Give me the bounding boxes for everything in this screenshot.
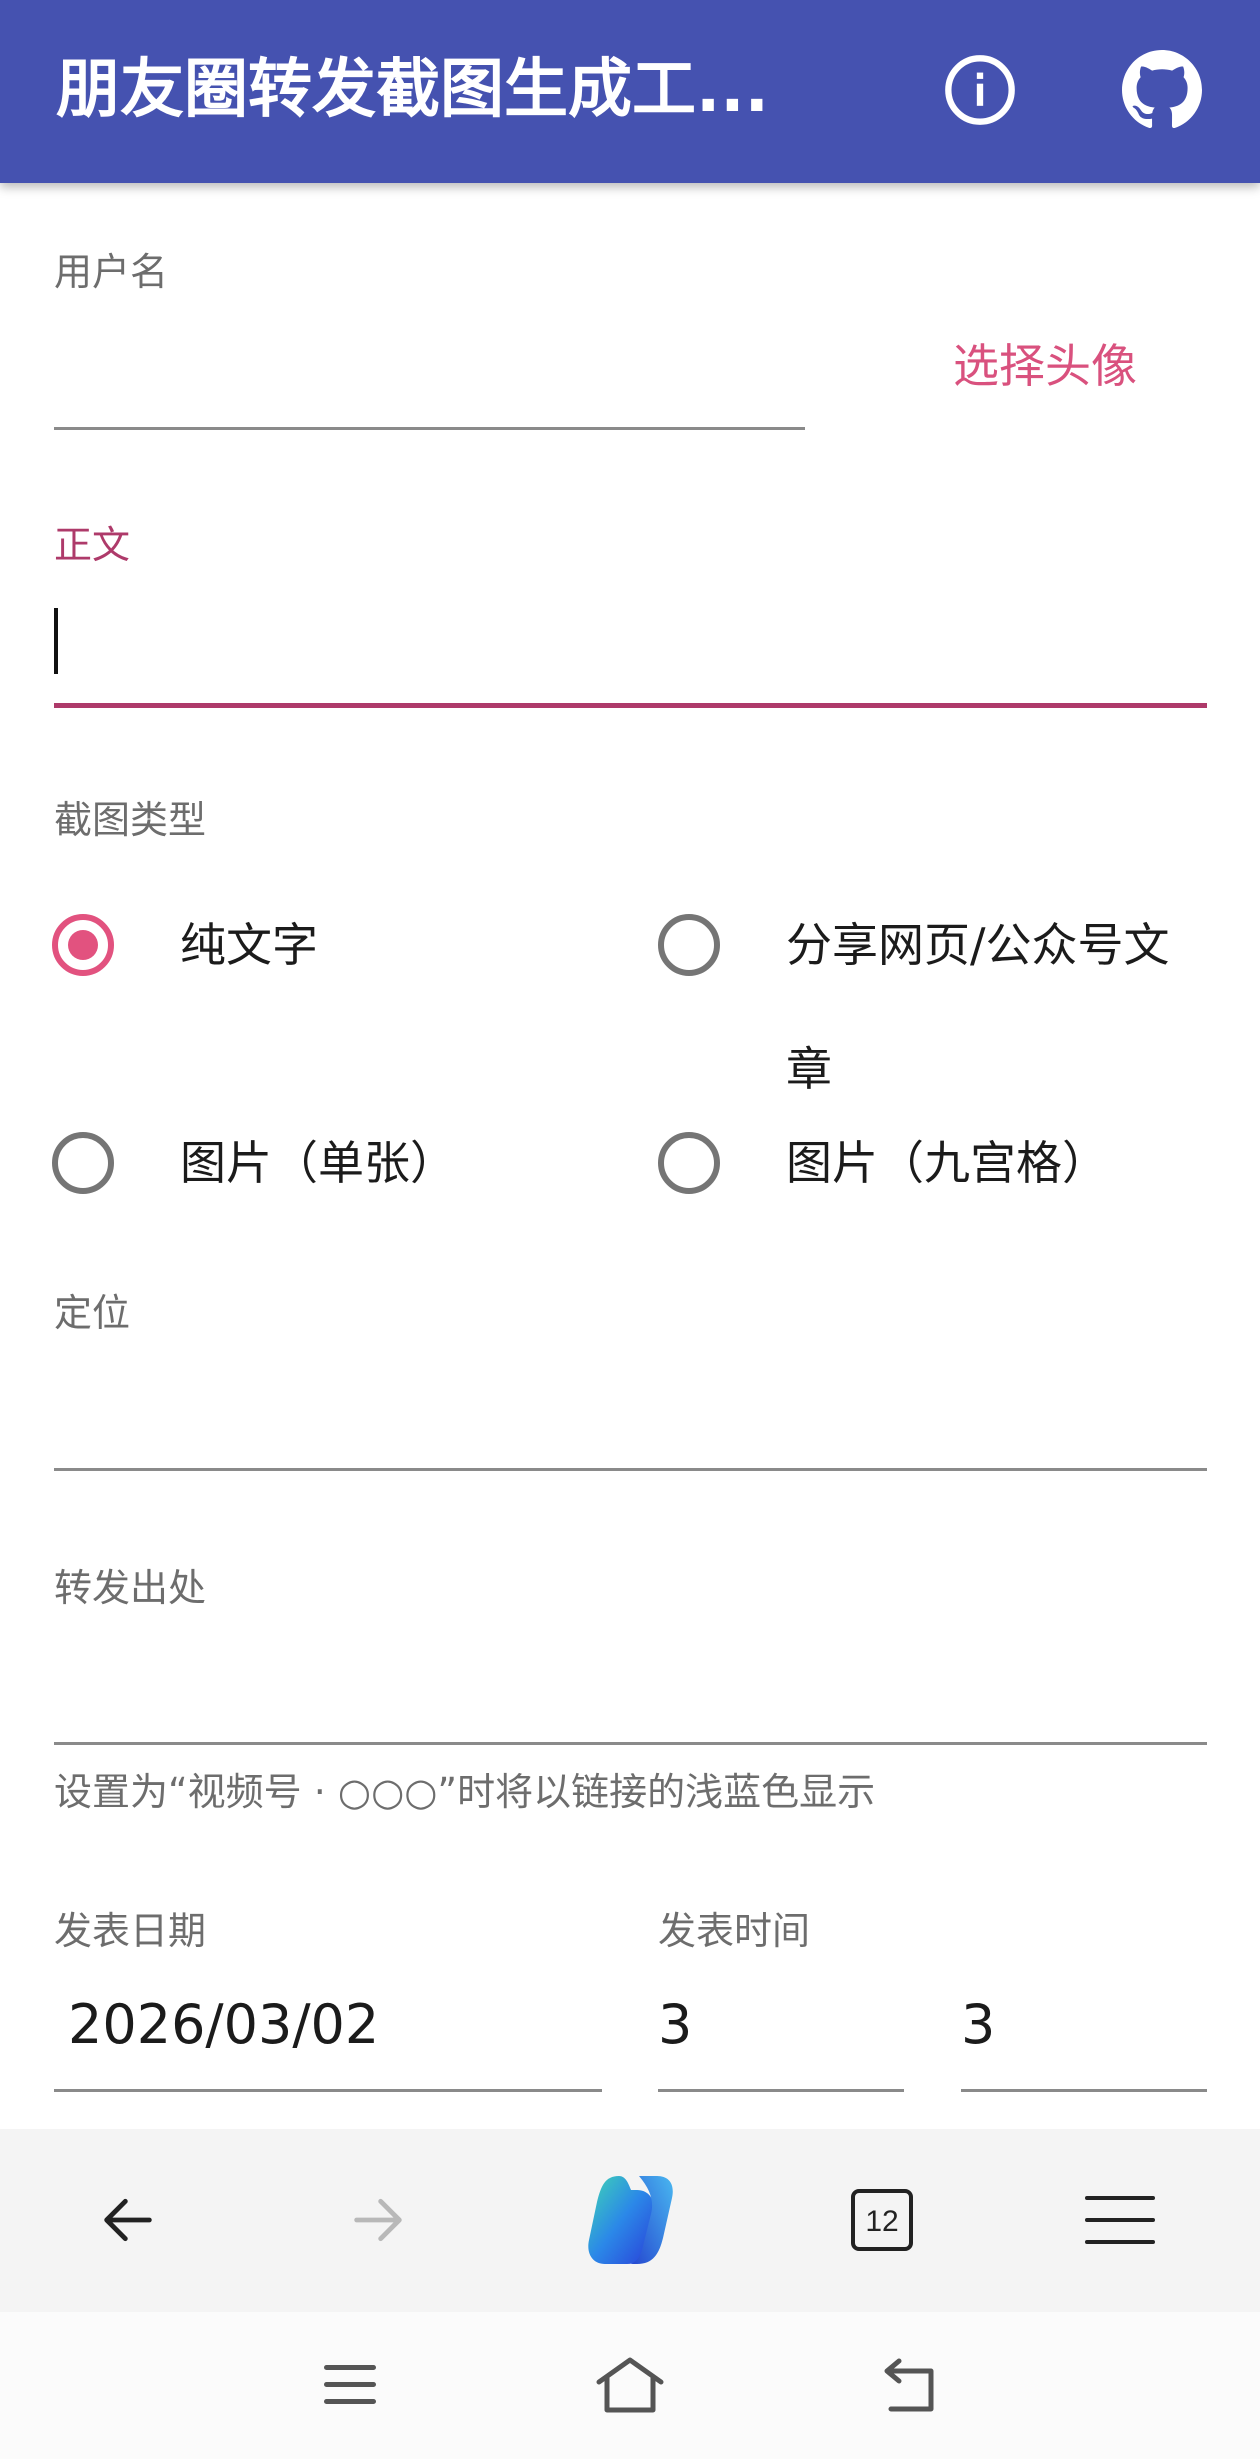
radio-single-image[interactable]: [50, 1130, 116, 1196]
forward-arrow-icon: [354, 2198, 402, 2242]
forward-source-helper: 设置为“视频号 · ○○○”时将以链接的浅蓝色显示: [54, 1770, 876, 1814]
radio-unselected-icon: [658, 1132, 720, 1194]
tabs-icon: 12: [851, 2189, 913, 2251]
username-label: 用户名: [54, 250, 169, 294]
github-button[interactable]: [1114, 42, 1210, 138]
radio-selected-icon: [52, 914, 114, 976]
recents-button[interactable]: [300, 2340, 400, 2430]
publish-minute-input[interactable]: 3: [961, 1990, 1201, 2060]
tabs-button[interactable]: 12: [827, 2170, 937, 2270]
system-back-icon: [884, 2358, 934, 2412]
publish-minute-underline: [961, 2089, 1207, 2092]
recents-icon: [324, 2365, 376, 2404]
radio-nine-grid-label: 图片（九宫格）: [786, 1136, 1108, 1190]
info-icon: [945, 55, 1015, 125]
radio-unselected-icon: [52, 1132, 114, 1194]
publish-date-label: 发表日期: [54, 1909, 207, 1953]
copilot-icon: [588, 2176, 673, 2264]
radio-plain-text[interactable]: [50, 912, 116, 978]
copilot-button[interactable]: [575, 2170, 685, 2270]
screenshot-type-label: 截图类型: [54, 798, 207, 842]
github-icon: [1122, 50, 1202, 129]
browser-forward-button[interactable]: [323, 2170, 433, 2270]
app-title: 朋友圈转发截图生成工...: [56, 53, 769, 127]
radio-plain-text-label: 纯文字: [180, 918, 318, 972]
publish-hour-underline: [658, 2089, 904, 2092]
location-underline: [54, 1468, 1207, 1471]
tab-count: 12: [865, 2205, 898, 2238]
back-arrow-icon: [104, 2198, 152, 2242]
forward-source-label: 转发出处: [54, 1566, 207, 1610]
publish-date-input[interactable]: 2026/03/02: [68, 1990, 598, 2060]
radio-unselected-icon: [658, 914, 720, 976]
body-text-label: 正文: [54, 523, 131, 567]
system-back-button[interactable]: [860, 2340, 960, 2430]
select-avatar-button[interactable]: 选择头像: [920, 330, 1170, 402]
forward-source-underline: [54, 1742, 1207, 1745]
menu-icon: [1085, 2196, 1155, 2244]
browser-menu-button[interactable]: [1065, 2170, 1175, 2270]
body-text-underline: [54, 703, 1207, 708]
username-underline: [54, 427, 805, 430]
home-icon: [596, 2357, 664, 2413]
radio-nine-grid[interactable]: [656, 1130, 722, 1196]
browser-back-button[interactable]: [73, 2170, 183, 2270]
radio-share-article[interactable]: [656, 912, 722, 978]
home-button[interactable]: [580, 2340, 680, 2430]
location-label: 定位: [54, 1291, 131, 1335]
publish-time-label: 发表时间: [658, 1909, 811, 1953]
publish-hour-input[interactable]: 3: [658, 1990, 898, 2060]
info-button[interactable]: [932, 42, 1028, 138]
app-bar: 朋友圈转发截图生成工...: [0, 0, 1260, 183]
radio-single-image-label: 图片（单张）: [180, 1136, 456, 1190]
publish-date-underline: [54, 2089, 602, 2092]
text-cursor: [54, 608, 58, 674]
radio-share-article-label: 分享网页/公众号文章: [786, 918, 1170, 1096]
